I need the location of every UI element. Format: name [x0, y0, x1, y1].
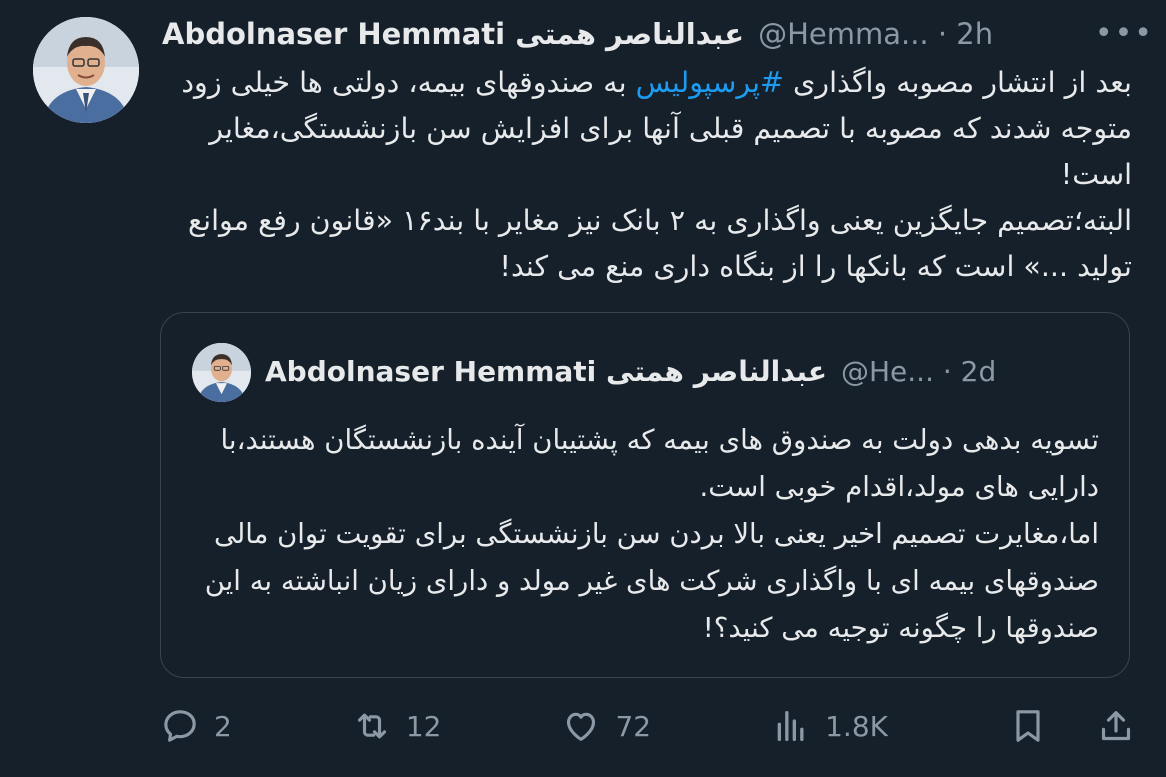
- author-handle[interactable]: @Hemma... · 2h: [758, 17, 993, 51]
- quoted-handle-text[interactable]: @He...: [841, 355, 934, 388]
- author-avatar[interactable]: [33, 17, 139, 123]
- tweet-text-part: بعد از انتشار مصوبه واگذاری: [783, 66, 1132, 99]
- quoted-paragraph-2: اما،مغایرت تصمیم اخیر یعنی بالا بردن سن …: [204, 518, 1099, 644]
- quoted-author-avatar[interactable]: [192, 343, 251, 402]
- secondary-actions: [1008, 706, 1136, 746]
- reply-count: 2: [214, 709, 232, 743]
- bookmark-icon: [1016, 710, 1040, 742]
- handle-text[interactable]: @Hemma...: [758, 17, 929, 51]
- quoted-header: Abdolnaser Hemmati عبدالناصر همتی @He...…: [265, 349, 996, 393]
- share-button[interactable]: [1096, 706, 1136, 746]
- tweet-header: Abdolnaser Hemmati عبدالناصر همتی @Hemma…: [162, 12, 1146, 56]
- like-count: 72: [615, 709, 652, 743]
- bookmark-button[interactable]: [1008, 706, 1048, 746]
- hashtag-link[interactable]: #پرسپولیس: [636, 66, 784, 99]
- retweet-button[interactable]: 12: [352, 706, 442, 746]
- more-icon[interactable]: •••: [1095, 16, 1154, 51]
- tweet-text: بعد از انتشار مصوبه واگذاری #پرسپولیس به…: [168, 60, 1132, 290]
- quoted-paragraph-1: تسویه بدهی دولت به صندوق های بیمه که پشت…: [220, 424, 1099, 503]
- reply-button[interactable]: 2: [160, 706, 232, 746]
- quoted-time[interactable]: · 2d: [943, 355, 996, 388]
- quoted-text: تسویه بدهی دولت به صندوق های بیمه که پشت…: [191, 417, 1099, 652]
- retweet-count: 12: [405, 709, 442, 743]
- like-button[interactable]: 72: [561, 706, 651, 746]
- tweet-paragraph-2: البته؛تصمیم جایگزین یعنی واگذاری به ۲ با…: [188, 204, 1132, 283]
- quoted-tweet[interactable]: Abdolnaser Hemmati عبدالناصر همتی @He...…: [160, 312, 1130, 678]
- views-button[interactable]: 1.8K: [771, 706, 888, 746]
- reply-icon: [164, 710, 196, 742]
- share-icon: [1101, 711, 1131, 741]
- quoted-handle[interactable]: @He... · 2d: [841, 355, 996, 388]
- author-name[interactable]: Abdolnaser Hemmati عبدالناصر همتی: [162, 17, 744, 51]
- views-count: 1.8K: [825, 709, 888, 743]
- quoted-author-name[interactable]: Abdolnaser Hemmati عبدالناصر همتی: [265, 355, 827, 388]
- tweet-time[interactable]: · 2h: [938, 17, 993, 51]
- retweet-icon: [357, 713, 386, 739]
- action-bar: 2 12 72 1.8K: [160, 698, 1136, 754]
- views-icon: [777, 711, 804, 741]
- like-icon: [567, 712, 596, 741]
- tweet-paragraph-1: بعد از انتشار مصوبه واگذاری #پرسپولیس به…: [168, 60, 1132, 198]
